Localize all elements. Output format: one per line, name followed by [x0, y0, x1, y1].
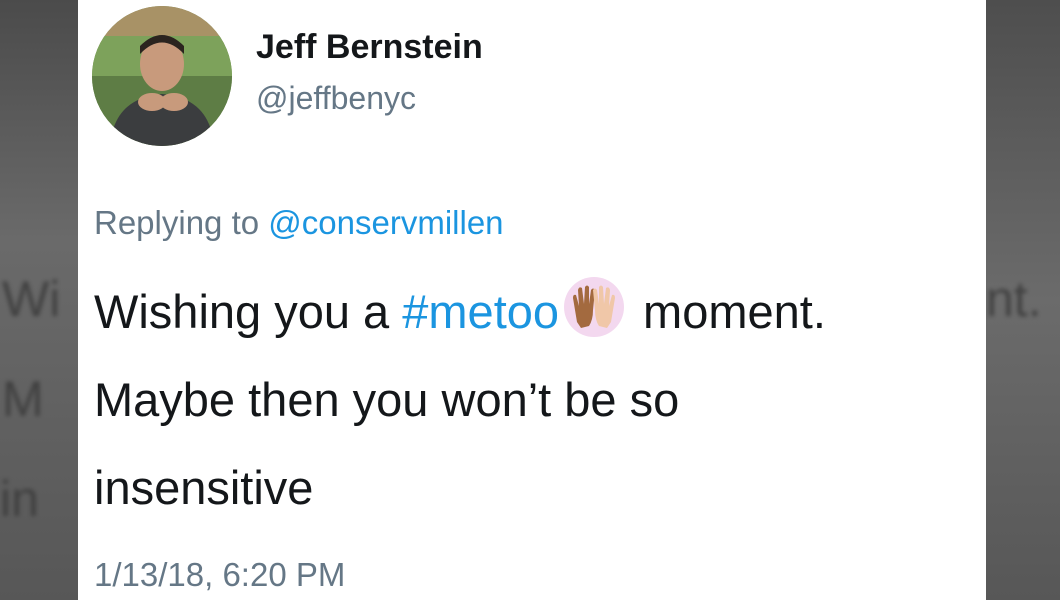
- background-blur-text: nt.: [986, 271, 1042, 327]
- user-handle[interactable]: @jeffbenyc: [256, 80, 416, 117]
- tweet-timestamp[interactable]: 1/13/18, 6:20 PM: [94, 556, 345, 594]
- tweet-text-start: Wishing you a: [94, 285, 403, 338]
- reply-mention-link[interactable]: @conservmillen: [268, 204, 503, 241]
- avatar-photo-icon: [92, 6, 232, 146]
- avatar[interactable]: [92, 6, 232, 146]
- hashtag-link[interactable]: #metoo: [402, 285, 559, 338]
- tweet-line-1: Wishing you a #metoo moment.: [94, 268, 984, 356]
- background-blur-text: in: [0, 471, 39, 527]
- replying-to-line: Replying to @conservmillen: [94, 204, 504, 242]
- background-blur-text: Wi: [2, 271, 61, 327]
- tweet-line-2: Maybe then you won’t be so: [94, 373, 680, 426]
- raised-hands-icon: [563, 276, 625, 338]
- display-name[interactable]: Jeff Bernstein: [256, 28, 483, 67]
- replying-to-label: Replying to: [94, 204, 260, 241]
- tweet-card: Jeff Bernstein @jeffbenyc Replying to @c…: [78, 0, 986, 600]
- tweet-line-3: insensitive: [94, 461, 314, 514]
- background-blur-text: M: [2, 371, 44, 427]
- tweet-text: Wishing you a #metoo moment. Maybe then …: [94, 268, 984, 532]
- tweet-text-line1-end: moment.: [643, 285, 826, 338]
